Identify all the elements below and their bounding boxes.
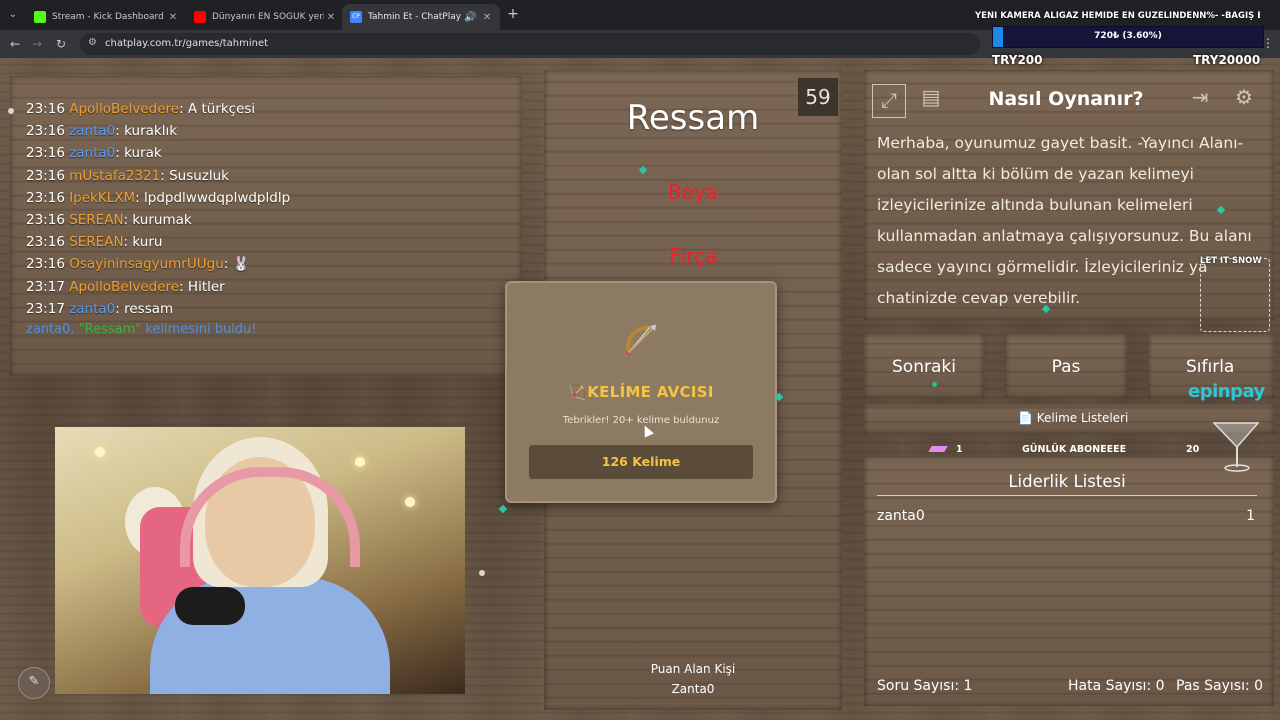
chat-message: 23:17 zanta0: ressam (26, 300, 174, 317)
sponsor-logo: epinpay (1188, 381, 1265, 402)
tab-youtube-video[interactable]: Dünyanın EN SOĞUK yerinde B ✕ (186, 4, 344, 30)
kick-icon (34, 11, 46, 23)
donation-goal-title: YENİ KAMERA ALIGAZ HEMİDE EN GÜZELİNDENN… (975, 11, 1260, 21)
chat-message: 23:17 ApolloBelvedere: Hitler (26, 278, 225, 295)
taboo-word: Boya (667, 180, 719, 204)
chat-message: 23:16 OsayininsagyumrUUgu: 🐰 (26, 256, 250, 273)
word-list-row[interactable]: 1 GÜNLÜK ABONEEEE 20 (928, 444, 1200, 458)
fairy-light (355, 457, 365, 467)
word-list-name: GÜNLÜK ABONEEEE (1022, 444, 1127, 455)
tab-title: Stream - Kick Dashboard (52, 12, 164, 22)
snow-overlay-frame (1200, 258, 1270, 332)
achievement-modal: 🏹KELİME AVCISI Tebrikler! 20+ kelime bul… (505, 281, 777, 503)
chat-message: 23:16 ApolloBelvedere: A türkçesi (26, 101, 256, 117)
back-icon[interactable]: ← (6, 35, 24, 53)
help-title: Nasıl Oynanır? (988, 88, 1144, 110)
gear-icon[interactable]: ⚙ (1228, 82, 1260, 114)
tab-search-icon[interactable]: ⌄ (4, 6, 22, 24)
word-list-rank: 1 (956, 444, 963, 455)
scorer-name: Zanta0 (671, 682, 715, 696)
close-icon[interactable]: ✕ (324, 12, 338, 23)
chat-message: 23:16 IpekKLXM: lpdpdlwwdqplwdpldlp (26, 189, 291, 206)
tab-chatplay[interactable]: CP Tahmin Et - ChatPlay 🔊 ✕ (342, 4, 500, 30)
logout-icon[interactable]: ⇥ (1184, 82, 1216, 114)
fairy-light (405, 497, 415, 507)
divider (877, 495, 1257, 496)
tab-title: Tahmin Et - ChatPlay (368, 12, 462, 22)
next-button[interactable]: Sonraki (864, 336, 984, 398)
donation-progress-label: 720₺ (3.60%) (1094, 31, 1162, 41)
close-icon[interactable]: ✕ (480, 12, 494, 23)
speaker-icon[interactable]: 🔊 (464, 12, 476, 23)
snowflake (479, 570, 485, 576)
leaderboard-title: Liderlik Listesi (1008, 472, 1126, 491)
let-it-snow-label: LET IT SNOW (1200, 256, 1262, 266)
chat-message: 23:16 SEREAN: kurumak (26, 212, 192, 229)
close-icon[interactable]: ✕ (166, 12, 180, 23)
chat-message: 23:16 zanta0: kuraklık (26, 123, 178, 140)
snowflake (8, 108, 14, 114)
pass-button[interactable]: Pas (1005, 336, 1127, 398)
word-count-button[interactable]: 126 Kelime (529, 445, 753, 479)
more-menu-icon[interactable]: ⋮ (1262, 36, 1274, 50)
leaderboard-row: zanta0 1 (877, 508, 1257, 524)
pass-count: Pas Sayısı: 0 (1176, 678, 1264, 694)
word-lists-button[interactable]: 📄 Kelime Listeleri (1018, 411, 1128, 425)
taboo-word: Fırça (668, 244, 718, 268)
martini-glass-icon (1212, 422, 1260, 472)
chat-message: 23:16 zanta0: kurak (26, 145, 162, 162)
tab-title: Dünyanın EN SOĞUK yerinde B (212, 12, 324, 22)
fullscreen-icon[interactable]: ⤢ (872, 84, 906, 118)
target-word: Ressam (626, 98, 760, 138)
achievement-title: 🏹KELİME AVCISI (568, 383, 714, 401)
donation-min: TRY200 (992, 53, 1043, 67)
fairy-light (95, 447, 105, 457)
donation-progress-bar: 720₺ (3.60%) (992, 26, 1264, 48)
youtube-icon (194, 11, 206, 23)
chat-message: 23:16 SEREAN: kuru (26, 234, 163, 251)
site-info-icon[interactable]: ⚙ (88, 37, 97, 48)
bow-arrow-icon (625, 324, 657, 356)
leaderboard-panel (864, 456, 1274, 706)
player-score: 1 (1246, 508, 1255, 524)
forward-icon[interactable]: → (28, 35, 46, 53)
edit-fab-button[interactable]: ✎ (18, 667, 50, 699)
document-icon[interactable]: ▤ (915, 82, 947, 114)
tab-kick-dashboard[interactable]: Stream - Kick Dashboard ✕ (26, 4, 186, 30)
word-list-count: 20 (1186, 444, 1200, 455)
achievement-subtitle: Tebrikler! 20+ kelime buldunuz (562, 415, 720, 426)
player-name: zanta0 (877, 508, 925, 524)
scorer-label: Puan Alan Kişi (650, 662, 736, 676)
microphone (175, 587, 245, 625)
reload-icon[interactable]: ↻ (52, 35, 70, 53)
chat-list: 23:16 ApolloBelvedere: A türkçesi 23:16 … (26, 98, 506, 340)
snowflake (932, 382, 937, 387)
error-count: Hata Sayısı: 0 (1068, 678, 1165, 694)
address-bar[interactable]: ⚙ chatplay.com.tr/games/tahminet (80, 33, 980, 55)
rank-marker (928, 446, 948, 452)
webcam-feed (55, 427, 465, 694)
chatplay-icon: CP (350, 11, 362, 23)
chat-message: 23:16 mUstafa2321: Susuzluk (26, 167, 229, 184)
chat-system-message: zanta0, "Ressam" kelimesini buldu! (26, 322, 257, 338)
new-tab-button[interactable]: + (504, 6, 522, 24)
donation-max: TRY20000 (1193, 53, 1261, 67)
question-count: Soru Sayısı: 1 (877, 678, 973, 694)
url-text: chatplay.com.tr/games/tahminet (105, 38, 269, 49)
